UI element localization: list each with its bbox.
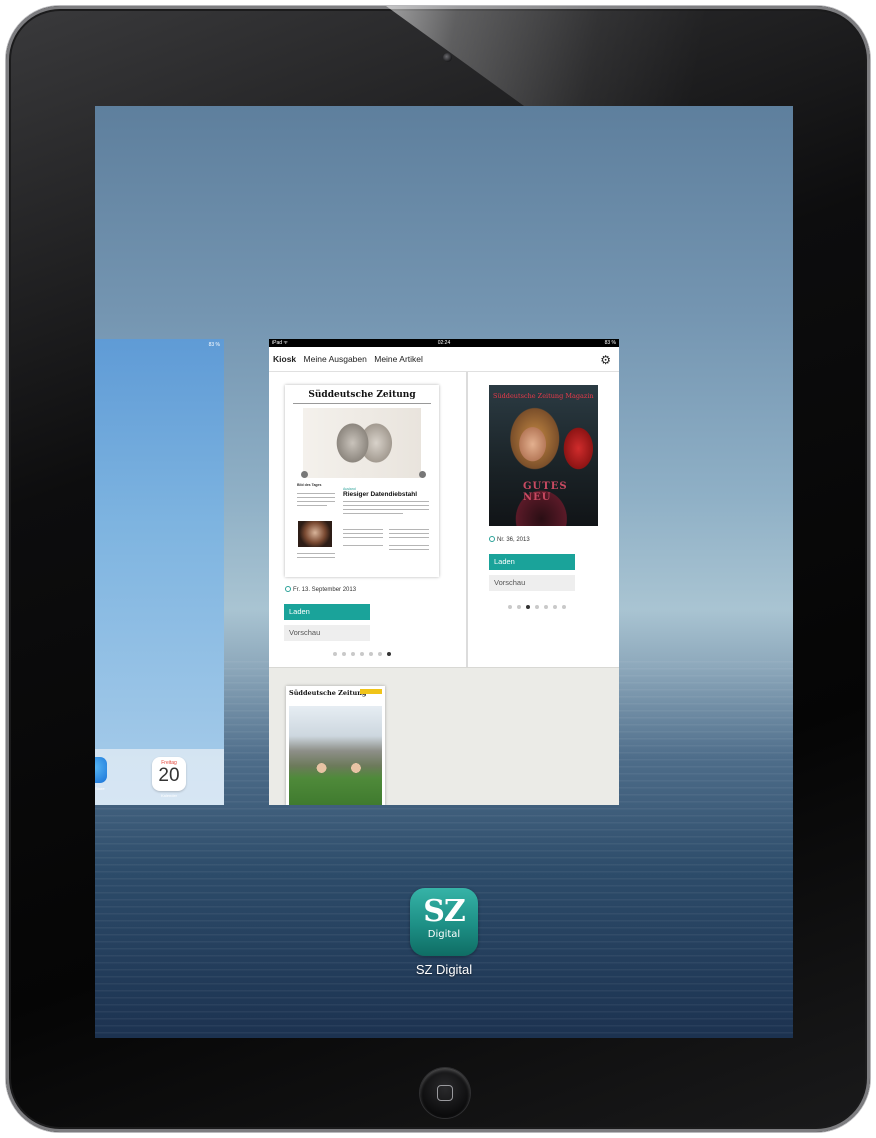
vorschau-button[interactable]: Vorschau: [284, 625, 370, 641]
text-line: [297, 493, 335, 494]
status-time: 02:24: [437, 340, 451, 346]
text-line: [343, 509, 429, 510]
magazine-laden-button[interactable]: Laden: [489, 554, 575, 570]
text-line: [343, 537, 383, 538]
app-store-icon[interactable]: [95, 757, 107, 783]
magazine-cover[interactable]: Süddeutsche Zeitung Magazin GUTES NEU: [489, 385, 598, 526]
magazine-issue-panel: Süddeutsche Zeitung Magazin GUTES NEU Nr…: [468, 372, 619, 667]
page-dot[interactable]: [517, 605, 521, 609]
page-dot[interactable]: [387, 652, 391, 656]
calendar-app-icon[interactable]: Freitag 20: [152, 757, 186, 791]
text-line: [343, 505, 429, 506]
cover-small-photo: [298, 521, 332, 547]
page-dot[interactable]: [553, 605, 557, 609]
page-dot[interactable]: [360, 652, 364, 656]
text-line: [297, 557, 335, 558]
calendar-date: 20: [158, 765, 180, 786]
text-line: [343, 533, 383, 534]
masthead-rule: [293, 403, 431, 404]
tab-meine-ausgaben[interactable]: Meine Ausgaben: [304, 354, 367, 364]
sz-digital-app-card[interactable]: iPad ᯤ 02:24 83 % Kiosk Meine Ausgaben M…: [269, 339, 619, 805]
text-line: [389, 537, 429, 538]
calendar-app-label: Kalender: [160, 793, 177, 798]
newspaper-cover[interactable]: Süddeutsche Zeitung Bild des Tages Ausla…: [285, 385, 439, 577]
text-line: [389, 529, 429, 530]
cover-portrait-image: [303, 408, 421, 478]
page-dot[interactable]: [342, 652, 346, 656]
page-dot[interactable]: [562, 605, 566, 609]
supplement-cover-photo: [289, 706, 382, 805]
page-dot[interactable]: [351, 652, 355, 656]
home-square-icon: [437, 1085, 453, 1101]
archive-row: Süddeutsche Zeitung: [269, 667, 619, 805]
gear-icon[interactable]: ⚙: [600, 348, 611, 372]
magazine-masthead: Süddeutsche Zeitung Magazin: [493, 392, 594, 400]
magazine-cover-text: GUTES NEU: [523, 481, 568, 503]
text-line: [297, 497, 335, 498]
page-dot[interactable]: [508, 605, 512, 609]
page-dot[interactable]: [535, 605, 539, 609]
text-line: [343, 545, 383, 546]
text-line: [389, 545, 429, 546]
page-dot[interactable]: [378, 652, 382, 656]
magazine-vorschau-button[interactable]: Vorschau: [489, 575, 575, 591]
home-screen-card[interactable]: 83 % Store Freitag 20 Kalender: [95, 339, 224, 805]
text-line: [297, 501, 335, 502]
page-dot[interactable]: [369, 652, 373, 656]
magazine-issue-number: Nr. 36, 2013: [489, 536, 530, 543]
app-status-bar: iPad ᯤ 02:24 83 %: [269, 339, 619, 347]
bild-des-tages-kicker: Bild des Tages: [297, 483, 322, 487]
home-battery-status: 83 %: [208, 342, 220, 348]
page-dot[interactable]: [333, 652, 337, 656]
front-camera: [443, 53, 452, 62]
text-line: [343, 513, 403, 514]
text-line: [297, 505, 327, 506]
page-dot[interactable]: [526, 605, 530, 609]
home-button[interactable]: [420, 1068, 470, 1118]
battery-status: 83 %: [604, 340, 616, 346]
zoom-in-icon: [419, 471, 426, 478]
supplement-cover[interactable]: Süddeutsche Zeitung: [286, 686, 385, 805]
text-line: [343, 529, 383, 530]
sz-digital-app-label: SZ Digital: [415, 962, 473, 977]
sz-logo-mark: SZ: [423, 894, 466, 929]
issue-date: Fr. 13. September 2013: [285, 586, 356, 593]
app-store-label: Store: [95, 786, 105, 791]
text-line: [389, 549, 429, 550]
sz-logo-sub: Digital: [427, 929, 461, 940]
cover-headline: Riesiger Datendiebstahl: [343, 491, 418, 498]
laden-button[interactable]: Laden: [284, 604, 370, 620]
multitasking-screen: 83 % Store Freitag 20 Kalender iPad ᯤ 02…: [95, 106, 793, 1038]
newspaper-issue-panel: Süddeutsche Zeitung Bild des Tages Ausla…: [269, 372, 468, 667]
tab-meine-artikel[interactable]: Meine Artikel: [374, 354, 423, 364]
zoom-out-icon: [301, 471, 308, 478]
tab-kiosk[interactable]: Kiosk: [273, 354, 296, 364]
sz-digital-app-icon[interactable]: SZ Digital: [410, 888, 478, 956]
text-line: [389, 533, 429, 534]
text-line: [343, 501, 429, 502]
text-line: [297, 553, 335, 554]
newspaper-masthead: Süddeutsche Zeitung: [308, 390, 416, 400]
app-nav-bar: Kiosk Meine Ausgaben Meine Artikel ⚙: [269, 347, 619, 372]
page-dot[interactable]: [544, 605, 548, 609]
supplement-badge: [360, 689, 382, 694]
